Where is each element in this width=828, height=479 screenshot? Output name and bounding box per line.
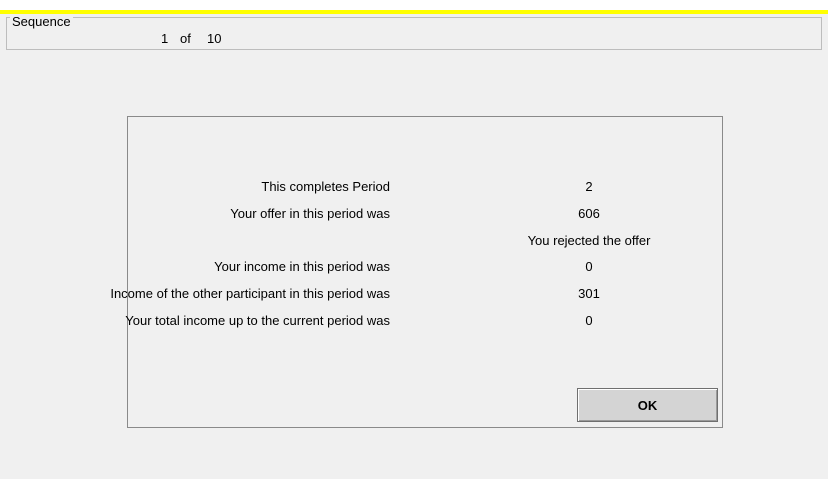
income-label: Your income in this period was bbox=[214, 259, 390, 274]
offer-value: 606 bbox=[578, 206, 600, 221]
period-result-dialog: This completes Period 2 Your offer in th… bbox=[110, 116, 723, 428]
sequence-frame bbox=[6, 17, 822, 50]
sequence-current: 1 bbox=[161, 31, 169, 46]
window-top-strip bbox=[0, 0, 828, 10]
offer-label: Your offer in this period was bbox=[230, 206, 390, 221]
ok-button[interactable]: OK bbox=[577, 388, 718, 422]
accent-bar bbox=[0, 10, 828, 14]
period-value: 2 bbox=[585, 179, 593, 194]
other-income-label: Income of the other participant in this … bbox=[110, 286, 390, 301]
income-value: 0 bbox=[585, 259, 593, 274]
sequence-total: 10 bbox=[207, 31, 222, 46]
other-income-value: 301 bbox=[578, 286, 600, 301]
period-label: This completes Period bbox=[261, 179, 390, 194]
sequence-legend: Sequence bbox=[10, 14, 73, 29]
sequence-of-label: of bbox=[180, 31, 191, 46]
total-income-value: 0 bbox=[585, 313, 593, 328]
offer-status-text: You rejected the offer bbox=[527, 233, 651, 248]
total-income-label: Your total income up to the current peri… bbox=[125, 313, 390, 328]
